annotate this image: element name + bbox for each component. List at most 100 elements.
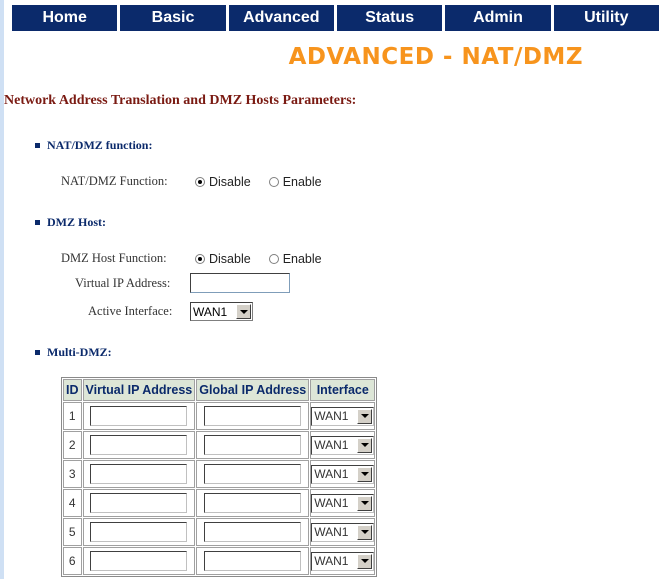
nav-utility[interactable]: Utility (554, 5, 659, 31)
global-ip-cell (196, 402, 310, 430)
interface-select[interactable]: WAN1 (311, 493, 375, 513)
nat-dmz-disable-radio[interactable] (195, 177, 205, 187)
page-left-border (0, 0, 4, 579)
nat-dmz-function-label: NAT/DMZ Function: (61, 174, 168, 188)
row-id: 1 (63, 402, 82, 430)
interface-value: WAN1 (314, 467, 349, 481)
chevron-down-icon[interactable] (357, 437, 373, 453)
nat-dmz-heading-text: NAT/DMZ function: (47, 138, 153, 152)
chevron-down-icon[interactable] (357, 495, 373, 511)
nat-dmz-enable-radio[interactable] (268, 177, 279, 187)
interface-value: WAN1 (314, 409, 349, 423)
dmz-host-function-radio-group: Disable Enable (195, 252, 340, 266)
dmz-host-enable-label: Enable (282, 252, 322, 266)
bullet-icon (35, 142, 40, 148)
active-interface-select[interactable]: WAN1 (190, 302, 253, 321)
virtual-ip-input[interactable] (90, 522, 188, 542)
interface-value: WAN1 (314, 525, 349, 539)
interface-cell: WAN1 (310, 518, 376, 546)
interface-select[interactable]: WAN1 (311, 435, 375, 455)
row-id: 6 (63, 547, 82, 575)
nat-dmz-disable-label: Disable (209, 175, 251, 189)
global-ip-input[interactable] (204, 522, 302, 542)
interface-select[interactable]: WAN1 (311, 522, 375, 542)
nav-home[interactable]: Home (12, 5, 121, 31)
interface-cell: WAN1 (310, 402, 376, 430)
table-row: 3 WAN1 (63, 460, 376, 488)
chevron-down-icon[interactable] (357, 408, 373, 424)
bullet-icon (35, 219, 40, 225)
virtual-ip-input[interactable] (90, 435, 188, 455)
active-interface-value: WAN1 (193, 304, 228, 319)
nat-dmz-enable-label: Enable (282, 175, 322, 189)
virtual-ip-cell (82, 489, 196, 517)
active-interface-label: Active Interface: (88, 304, 173, 318)
column-header-global-ip: Global IP Address (196, 379, 310, 401)
global-ip-input[interactable] (204, 551, 302, 571)
interface-cell: WAN1 (310, 547, 376, 575)
table-row: 5 WAN1 (63, 518, 376, 546)
global-ip-cell (196, 431, 310, 459)
global-ip-cell (196, 460, 310, 488)
virtual-ip-input[interactable] (90, 406, 188, 426)
top-navigation-bar: Home Basic Advanced Status Admin Utility (12, 5, 659, 31)
interface-cell: WAN1 (310, 489, 376, 517)
column-header-interface: Interface (310, 379, 376, 401)
virtual-ip-cell (82, 518, 196, 546)
interface-cell: WAN1 (310, 460, 376, 488)
global-ip-cell (196, 518, 310, 546)
interface-value: WAN1 (314, 554, 349, 568)
chevron-down-icon[interactable] (357, 524, 373, 540)
nav-advanced[interactable]: Advanced (229, 5, 337, 31)
column-header-id: ID (63, 379, 82, 401)
virtual-ip-label: Virtual IP Address: (75, 276, 171, 290)
table-row: 4 WAN1 (63, 489, 376, 517)
global-ip-input[interactable] (204, 493, 302, 513)
virtual-ip-input[interactable] (90, 464, 188, 484)
nat-dmz-function-radio-group: Disable Enable (195, 175, 340, 189)
bullet-icon (35, 349, 40, 355)
section-heading: Network Address Translation and DMZ Host… (4, 93, 357, 108)
chevron-down-icon[interactable] (357, 553, 373, 569)
dmz-host-function-label: DMZ Host Function: (61, 251, 167, 265)
global-ip-input[interactable] (204, 435, 302, 455)
multi-dmz-heading-text: Multi-DMZ: (47, 345, 112, 359)
dmz-host-disable-label: Disable (209, 252, 251, 266)
nav-status[interactable]: Status (337, 5, 446, 31)
row-id: 5 (63, 518, 82, 546)
virtual-ip-input[interactable] (90, 493, 188, 513)
global-ip-input[interactable] (204, 464, 302, 484)
dmz-host-heading-text: DMZ Host: (47, 215, 106, 229)
nat-dmz-heading: NAT/DMZ function: (35, 138, 152, 153)
interface-select[interactable]: WAN1 (311, 406, 375, 426)
row-id: 2 (63, 431, 82, 459)
virtual-ip-cell (82, 402, 196, 430)
page-title: ADVANCED - NAT/DMZ (288, 44, 583, 70)
row-id: 3 (63, 460, 82, 488)
multi-dmz-table: ID Virtual IP Address Global IP Address … (61, 377, 378, 577)
interface-cell: WAN1 (310, 431, 376, 459)
nav-basic[interactable]: Basic (120, 5, 229, 31)
dmz-host-heading: DMZ Host: (35, 215, 106, 230)
virtual-ip-cell (82, 460, 196, 488)
interface-select[interactable]: WAN1 (311, 551, 375, 571)
interface-value: WAN1 (314, 438, 349, 452)
chevron-down-icon[interactable] (357, 466, 373, 482)
table-header-row: ID Virtual IP Address Global IP Address … (63, 379, 376, 401)
global-ip-input[interactable] (204, 406, 302, 426)
column-header-virtual-ip: Virtual IP Address (82, 379, 196, 401)
global-ip-cell (196, 489, 310, 517)
chevron-down-icon[interactable] (236, 304, 251, 319)
row-id: 4 (63, 489, 82, 517)
virtual-ip-cell (82, 431, 196, 459)
virtual-ip-input[interactable] (190, 273, 290, 293)
virtual-ip-input[interactable] (90, 551, 188, 571)
nav-admin[interactable]: Admin (445, 5, 554, 31)
table-row: 6 WAN1 (63, 547, 376, 575)
table-row: 2 WAN1 (63, 431, 376, 459)
interface-select[interactable]: WAN1 (311, 464, 375, 484)
table-row: 1 WAN1 (63, 402, 376, 430)
global-ip-cell (196, 547, 310, 575)
dmz-host-disable-radio[interactable] (195, 254, 205, 264)
dmz-host-enable-radio[interactable] (268, 254, 279, 264)
